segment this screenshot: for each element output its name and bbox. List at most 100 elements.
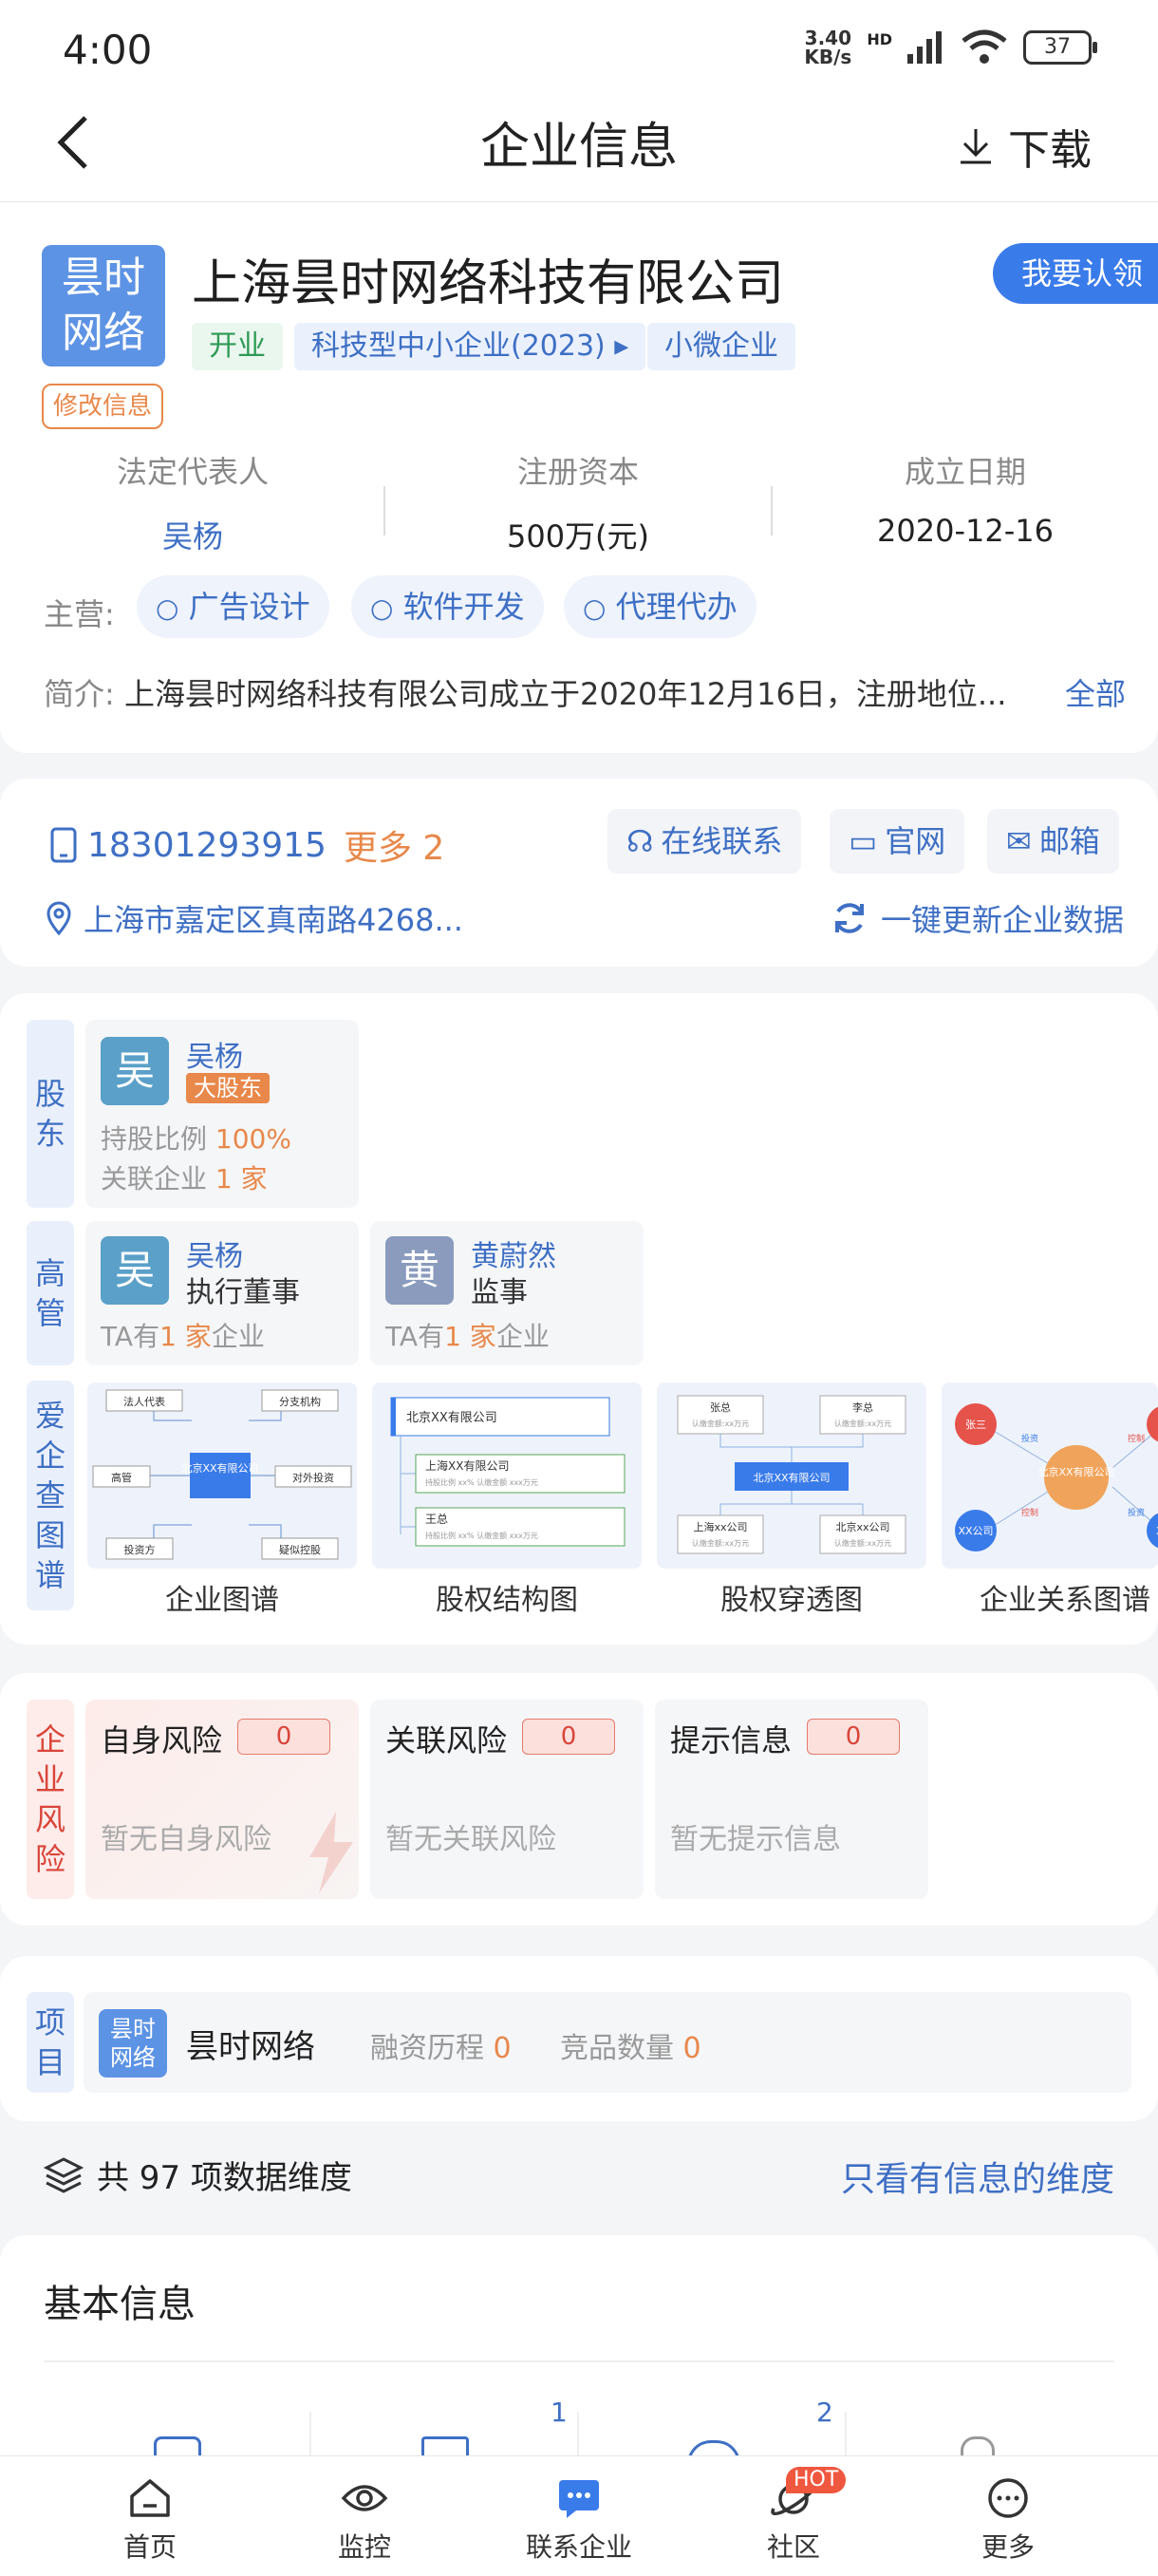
relationship-graph-diagram: 张三 XX公司 北京XX有限公司 XX 投资 控制 控制 投资 [955, 1403, 1158, 1551]
related-risk-card[interactable]: 关联风险 0 暂无关联风险 [370, 1700, 644, 1899]
project-label: 项 目 [27, 1992, 74, 2093]
tab-home[interactable]: 首页 [34, 2470, 266, 2565]
shareholder-card[interactable]: 吴 吴杨 大股东 持股比例 100% 关联企业 1 家 [85, 1020, 359, 1208]
tech-sme-tag[interactable]: 科技型中小企业(2023) ▸ [294, 323, 646, 370]
graph-node: 投资方 [124, 1543, 156, 1556]
email-button[interactable]: ✉ 邮箱 [987, 809, 1119, 874]
graph-node: 北京xx公司 [835, 1520, 889, 1533]
location-pin-icon [47, 901, 71, 935]
online-contact-button[interactable]: ☊ 在线联系 [607, 809, 802, 874]
home-icon [130, 2479, 170, 2517]
intro-all-link[interactable]: 全部 [1065, 670, 1126, 714]
browser-icon: ▭ [849, 823, 878, 859]
graph-node: 北京XX有限公司 [406, 1411, 497, 1425]
graph-node: 张三 [965, 1419, 986, 1431]
claim-button[interactable]: 我要认领 [993, 243, 1158, 304]
website-button[interactable]: ▭ 官网 [830, 809, 965, 874]
edge-label: 控制 [1128, 1433, 1145, 1444]
executive-card[interactable]: 吴 吴杨 执行董事 TA有1 家企业 [85, 1221, 359, 1365]
tab-contact-company[interactable]: 联系企业 [463, 2470, 695, 2565]
download-button[interactable]: 下载 [959, 116, 1092, 177]
graph-node: XX公司 [958, 1525, 993, 1537]
shareholders-label: 股 东 [27, 1020, 74, 1208]
data-dimensions: 共 97 项数据维度 [44, 2152, 352, 2198]
search-icon: ○ [583, 592, 607, 624]
founded-date: 成立日期 2020-12-16 [877, 454, 1054, 549]
graph-subtext: 认缴金额:xx万元 [692, 1419, 749, 1428]
risk-count: 0 [807, 1719, 900, 1755]
shareholder-name[interactable]: 吴杨 [186, 1033, 243, 1075]
more-phones[interactable]: 更多 2 [344, 820, 444, 870]
chip-software-dev[interactable]: ○ 软件开发 [351, 575, 544, 638]
share-ratio: 持股比例 100% [101, 1123, 291, 1155]
edge-label: 投资 [1128, 1507, 1145, 1518]
graph-label: 企业关系图谱 [980, 1584, 1150, 1617]
executive-card[interactable]: 黄 黄蔚然 监事 TA有1 家企业 [370, 1221, 644, 1365]
project-name: 昙时网络 [186, 2028, 315, 2066]
graph-node: 北京XX有限公司 [753, 1471, 830, 1484]
equity-penetration-thumbnail[interactable]: 张总 认缴金额:xx万元 李总 认缴金额:xx万元 北京XX有限公司 上海xx公… [657, 1382, 926, 1569]
risk-label: 企 业 风 险 [27, 1700, 74, 1899]
registered-capital: 注册资本 500万(元) [506, 454, 650, 555]
project-item[interactable]: 昙时 网络 昙时网络 融资历程 0 竞品数量 0 [84, 1992, 1131, 2093]
phone-link[interactable]: 18301293915 更多 2 [49, 820, 444, 870]
chip-agency[interactable]: ○ 代理代办 [564, 575, 756, 638]
executives-label: 高 管 [27, 1221, 74, 1365]
equity-structure-diagram: 北京XX有限公司 上海XX有限公司 持股比例 xx% 认缴金额 xxx万元 王总… [390, 1397, 626, 1547]
major-shareholder-badge: 大股东 [186, 1073, 270, 1103]
search-icon: ○ [156, 592, 179, 624]
graph-node: 张总 [710, 1401, 731, 1414]
graph-node: 法人代表 [123, 1395, 165, 1408]
wifi-icon [962, 29, 1007, 64]
chip-ad-design[interactable]: ○ 广告设计 [137, 575, 329, 638]
graph-node: 分支机构 [279, 1395, 321, 1408]
company-logo: 昙时 网络 [42, 245, 165, 367]
risk-count: 0 [522, 1719, 615, 1755]
signal-icon [907, 31, 942, 64]
count-badge: 1 [551, 2397, 568, 2428]
status-badge: 开业 [192, 323, 283, 370]
download-label: 下载 [1008, 126, 1092, 175]
edge-label: 控制 [1021, 1507, 1038, 1518]
related-companies: 关联企业 1 家 [101, 1163, 268, 1194]
count-badge: 2 [816, 2397, 833, 2428]
company-name: 上海昙时网络科技有限公司 [192, 255, 785, 312]
address-link[interactable]: 上海市嘉定区真南路4268... [46, 896, 463, 940]
hint-info-card[interactable]: 提示信息 0 暂无提示信息 [655, 1700, 928, 1899]
graph-node: 上海xx公司 [693, 1520, 747, 1533]
net-speed: 3.40 KB/s [804, 27, 852, 68]
legal-rep-link[interactable]: 吴杨 [0, 513, 385, 556]
phone-icon [50, 827, 77, 863]
graph-label: 股权结构图 [436, 1584, 578, 1617]
tab-monitor[interactable]: 监控 [249, 2470, 480, 2565]
graphs-label: 爱 企 查 图 谱 [27, 1381, 74, 1610]
divider [44, 2360, 1114, 2362]
enterprise-graph-thumbnail[interactable]: 北京XX有限公司 法人代表 分支机构 高管 对外投资 投资方 疑似控股 [87, 1382, 357, 1569]
equity-structure-thumbnail[interactable]: 北京XX有限公司 上海XX有限公司 持股比例 xx% 认缴金额 xxx万元 王总… [372, 1382, 642, 1569]
battery-icon: 37 [1023, 30, 1097, 65]
graph-label: 企业图谱 [165, 1584, 279, 1617]
legal-rep: 法定代表人 吴杨 [0, 448, 385, 556]
tab-more[interactable]: 更多 [892, 2470, 1124, 2565]
graph-node: 王总 [425, 1513, 448, 1526]
headset-icon: ☊ [626, 823, 654, 859]
graph-node: 李总 [852, 1401, 873, 1414]
graph-node: 疑似控股 [279, 1543, 321, 1556]
modify-info-button[interactable]: 修改信息 [42, 384, 164, 429]
executive-companies: TA有1 家企业 [101, 1321, 265, 1352]
refresh-icon [834, 903, 864, 933]
layers-icon [44, 2156, 84, 2193]
graph-node: 对外投资 [292, 1471, 334, 1484]
self-risk-card[interactable]: 自身风险 0 暂无自身风险 [85, 1700, 359, 1899]
graph-node: 北京XX有限公司 [1037, 1465, 1114, 1478]
executive-companies: TA有1 家企业 [385, 1321, 550, 1352]
small-micro-tag: 小微企业 [647, 323, 795, 370]
refresh-data-button[interactable]: 一键更新企业数据 [831, 896, 1124, 940]
company-intro: 简介: 上海昙时网络科技有限公司成立于2020年12月16日，注册地位... 全… [44, 670, 1126, 714]
relationship-graph-thumbnail[interactable]: 张三 XX公司 北京XX有限公司 XX 投资 控制 控制 投资 [942, 1382, 1158, 1569]
hot-badge: HOT [786, 2467, 847, 2493]
status-icons: 3.40 KB/s HD 37 [804, 27, 1097, 68]
graph-subtext: 持股比例 xx% 认缴金额 xxx万元 [425, 1477, 538, 1487]
executive-role: 监事 [471, 1276, 528, 1309]
only-info-dimensions-link[interactable]: 只看有信息的维度 [841, 2152, 1114, 2201]
